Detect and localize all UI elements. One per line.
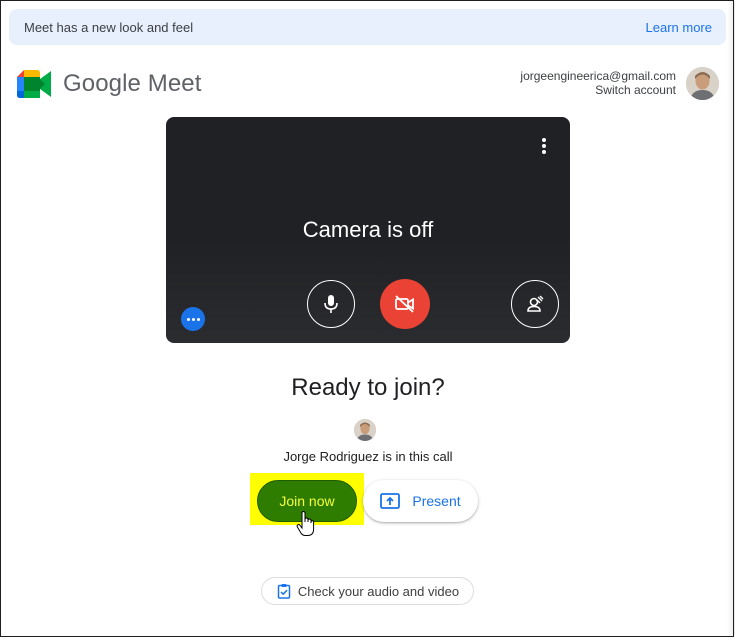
account-email: jorgeengineerica@gmail.com — [520, 69, 676, 83]
clipboard-check-icon — [277, 584, 291, 599]
participants-status: Jorge Rodriguez is in this call — [283, 449, 453, 464]
learn-more-link[interactable]: Learn more — [646, 20, 712, 35]
product-name: Google Meet — [63, 70, 202, 97]
account-avatar[interactable] — [686, 67, 719, 100]
more-vert-icon[interactable] — [536, 138, 552, 158]
switch-account-link[interactable]: Switch account — [520, 83, 676, 97]
participant-avatar — [354, 419, 376, 441]
announcement-banner: Meet has a new look and feel Learn more — [9, 9, 726, 45]
hand-pointer-icon — [296, 511, 315, 536]
participant-photo-icon — [354, 419, 376, 441]
meet-logo-icon — [17, 70, 51, 98]
video-preview: Camera is off — [166, 117, 570, 343]
more-horiz-icon[interactable] — [181, 307, 205, 331]
present-screen-icon — [380, 493, 401, 509]
banner-text: Meet has a new look and feel — [24, 19, 194, 35]
google-meet-logo[interactable]: Google Meet — [17, 70, 202, 98]
present-label: Present — [412, 493, 461, 509]
camera-status-text: Camera is off — [302, 217, 434, 242]
camera-toggle-button[interactable] — [380, 279, 430, 329]
camera-off-icon — [395, 295, 414, 313]
ready-heading: Ready to join? — [291, 374, 445, 401]
account-info: jorgeengineerica@gmail.com Switch accoun… — [520, 69, 676, 97]
check-audio-video-label: Check your audio and video — [297, 583, 460, 599]
user-photo-icon — [686, 67, 719, 100]
visual-effects-icon — [527, 295, 544, 312]
scroll-edge-shadow — [727, 1, 735, 636]
mic-icon — [324, 295, 338, 313]
microphone-toggle-button[interactable] — [307, 280, 355, 328]
present-button[interactable]: Present — [363, 480, 478, 522]
check-audio-video-button[interactable]: Check your audio and video — [261, 577, 474, 605]
visual-effects-button[interactable] — [511, 280, 559, 328]
